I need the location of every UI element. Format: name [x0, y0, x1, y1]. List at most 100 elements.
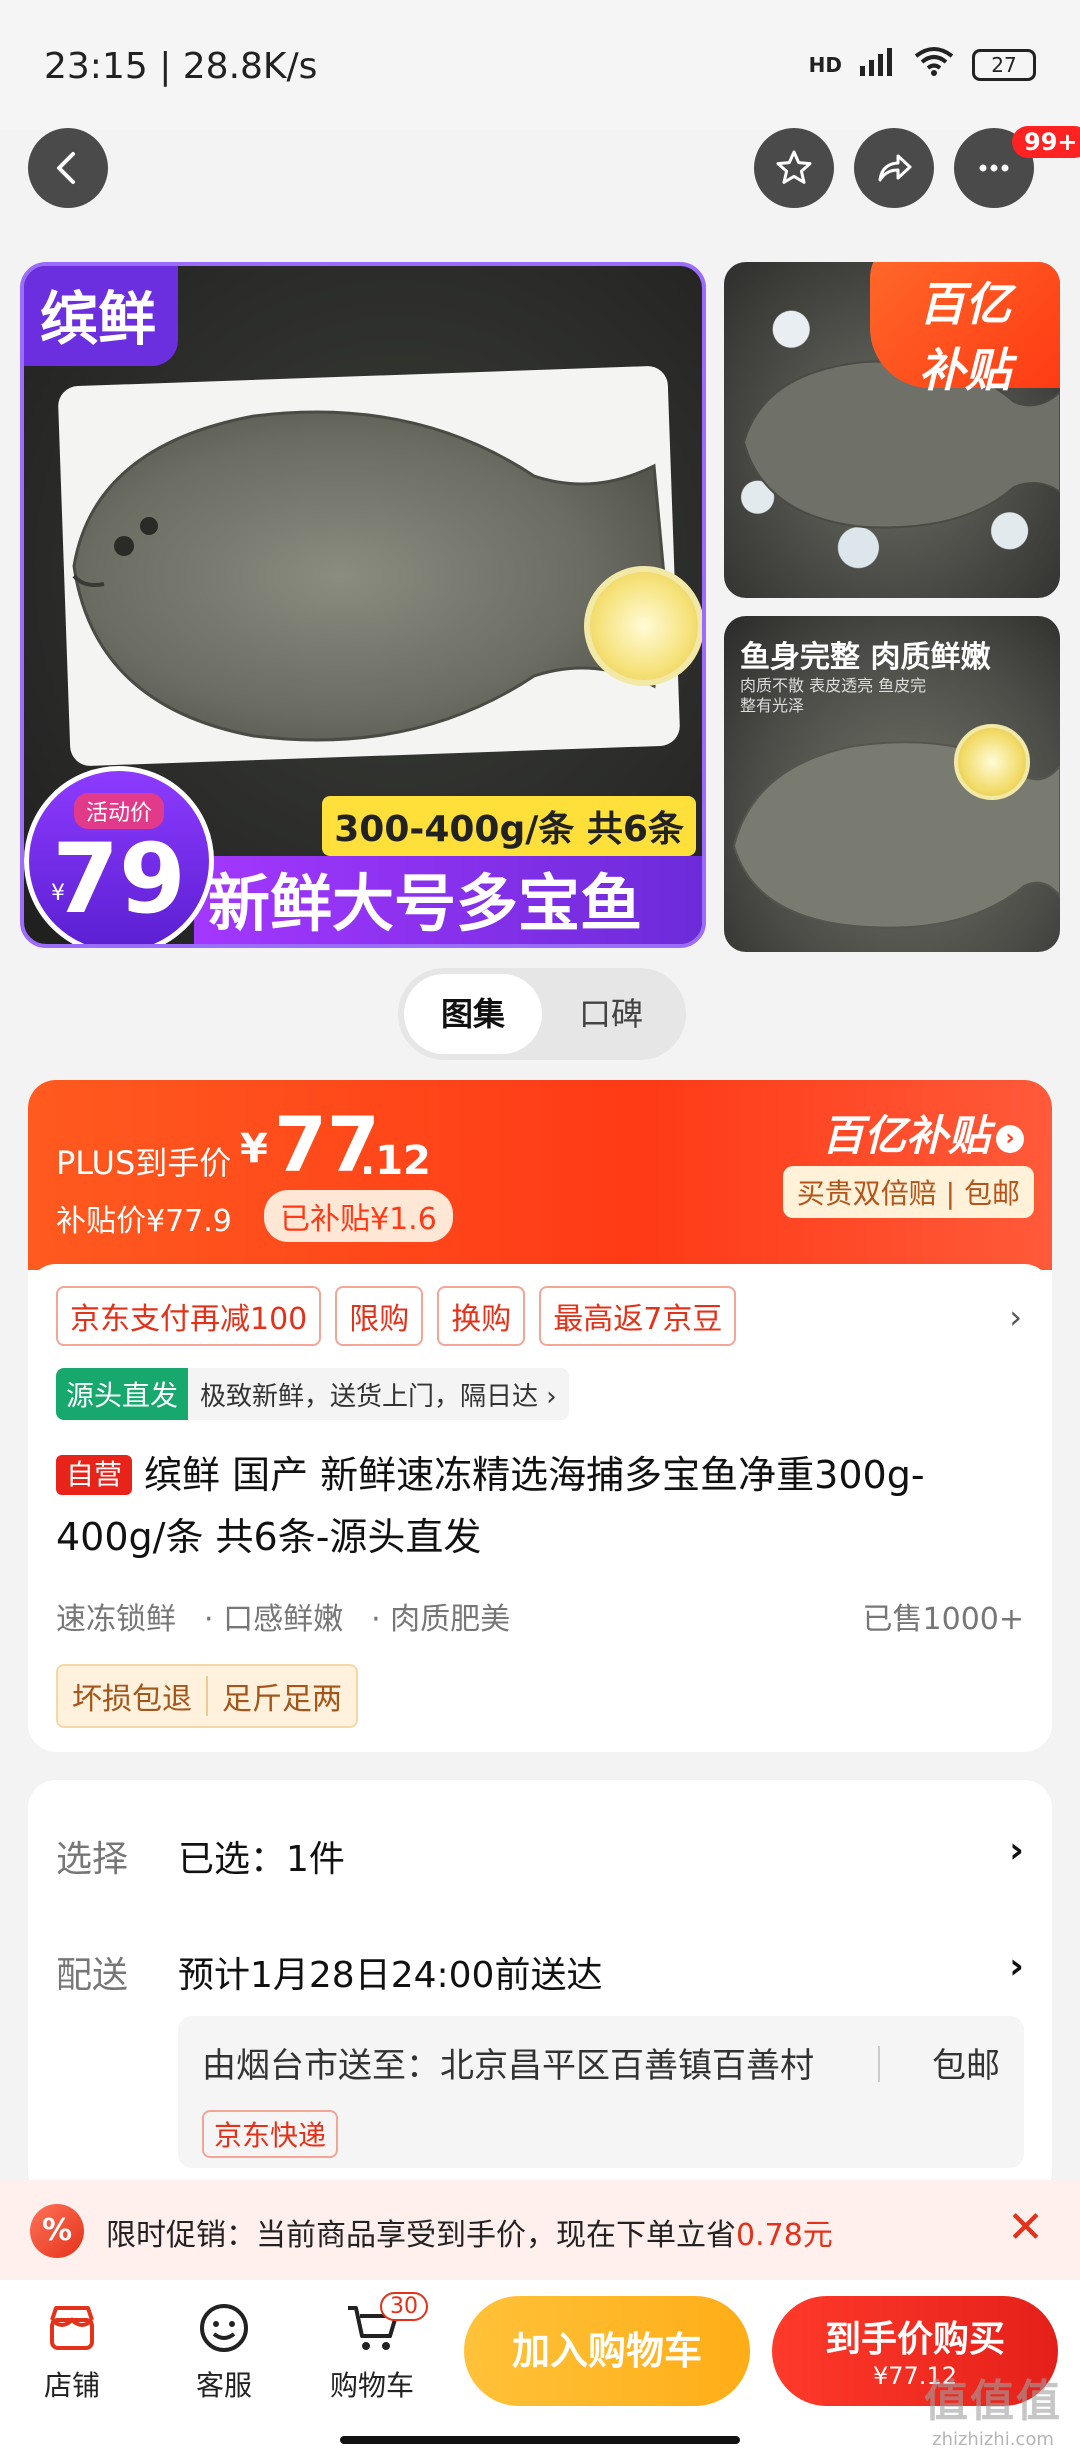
promo-chips[interactable]: 京东支付再减100 限购 换购 最高返7京豆: [56, 1286, 1024, 1346]
back-button[interactable]: [28, 128, 108, 208]
guarantee-item: 足斤足两: [222, 1682, 342, 1717]
select-value: 已选：1件: [178, 1839, 345, 1880]
select-key: 选择: [56, 1839, 129, 1880]
chevron-right-icon: ›: [1009, 1946, 1024, 1987]
feature-row: 速冻锁鲜 · 口感鲜嫩 · 肉质肥美 已售1000+: [56, 1594, 1024, 1638]
lemon-thumbnail-image: [954, 724, 1030, 800]
gallery-tabs: 图集 口碑: [398, 968, 686, 1060]
chevron-right-icon: ›: [996, 1124, 1024, 1153]
status-icons: HD 27: [809, 46, 1036, 84]
shop-label: 店铺: [43, 2369, 100, 2402]
back-arrow-icon: [57, 152, 75, 184]
promo-more-chevron-icon[interactable]: ›: [1009, 1298, 1022, 1336]
origin-text: 极致新鲜，送货上门，隔日达 ›: [200, 1381, 557, 1412]
subsidy-logo-text: 百亿补贴: [821, 1111, 990, 1160]
service-guarantees[interactable]: 坏损包退 足斤足两: [56, 1664, 358, 1728]
subsidy-corner-line2: 补贴: [919, 343, 1011, 397]
delivery-address: 由烟台市送至：北京昌平区百善镇百善村: [202, 2046, 814, 2086]
status-bar: 23:15 | 28.8K/s HD 27: [0, 0, 1080, 130]
more-dots-icon: [979, 164, 1009, 172]
signal-icon: [860, 46, 896, 84]
home-indicator[interactable]: [340, 2436, 740, 2444]
customer-service-icon: [200, 2304, 248, 2352]
promo-message-text: 限时促销：当前商品享受到手价，现在下单立省: [106, 2218, 736, 2253]
subsidy-price: 补贴价¥77.9: [56, 1204, 232, 1239]
cart-button[interactable]: 30 购物车: [312, 2292, 432, 2404]
feature-item: · 口感鲜嫩: [204, 1602, 344, 1637]
shop-button[interactable]: 店铺: [12, 2298, 132, 2404]
promo-chip[interactable]: 最高返7京豆: [539, 1286, 737, 1346]
image-gallery[interactable]: 缤鲜 300-400g/条 共6条 新鲜大号多宝鱼 活动价 ¥ 79 百亿 补贴…: [0, 262, 1080, 1173]
selection-card: 选择 已选：1件 › 配送 预计1月28日24:00前送达 › 由烟台市送至：北…: [28, 1780, 1052, 2200]
cart-count-badge: 30: [380, 2292, 428, 2321]
network-label: HD: [808, 53, 842, 77]
guarantee-item: 坏损包退: [72, 1682, 192, 1717]
promo-price-value: 79: [52, 823, 186, 935]
brand-tag: 缤鲜: [24, 266, 179, 366]
status-time: 23:15 | 28.8K/s: [44, 46, 318, 87]
bottom-action-bar: 店铺 客服 30 购物车 加入购物车 到手价购买 ¥77.12: [0, 2280, 1080, 2460]
favorite-button[interactable]: [754, 128, 834, 208]
subsidy-logo-link[interactable]: 百亿补贴 ›: [822, 1102, 1024, 1163]
customer-service-label: 客服: [195, 2369, 252, 2402]
promo-save-amount: 0.78元: [736, 2218, 833, 2253]
product-title: 自营 缤鲜 国产 新鲜速冻精选海捕多宝鱼净重300g-400g/条 共6条-源头直…: [56, 1444, 1024, 1568]
price-guarantee[interactable]: 买贵双倍赔 | 包邮: [782, 1166, 1034, 1218]
divider: [878, 2046, 880, 2082]
tab-gallery[interactable]: 图集: [404, 974, 542, 1054]
delivery-key: 配送: [56, 1955, 129, 1996]
self-operated-tag: 自营: [56, 1455, 133, 1495]
close-icon[interactable]: ✕: [1007, 2202, 1044, 2253]
message-badge: 99+: [1012, 126, 1080, 158]
buy-now-label: 到手价购买: [824, 2319, 1005, 2360]
spec-strip: 300-400g/条 共6条: [322, 796, 696, 856]
price-header: PLUS到手价 ¥ 77 .12 补贴价¥77.9 已补贴¥1.6 百亿补贴 › …: [28, 1080, 1052, 1270]
share-button[interactable]: [854, 128, 934, 208]
subsidy-corner-badge: 百亿 补贴: [870, 262, 1060, 397]
plus-currency: ¥: [240, 1126, 268, 1172]
product-title-text: 缤鲜 国产 新鲜速冻精选海捕多宝鱼净重300g-400g/条 共6条-源头直发: [56, 1453, 925, 1559]
shop-icon: [50, 2306, 94, 2350]
product-headline: 新鲜大号多宝鱼: [194, 856, 702, 944]
customer-service-button[interactable]: 客服: [164, 2298, 284, 2404]
fish-illustration: [72, 410, 666, 742]
watermark-logo: 值值值 zhizhizhi.com: [924, 2365, 1062, 2450]
promo-currency: ¥: [51, 881, 65, 906]
watermark-big: 值值值: [924, 2376, 1062, 2427]
subsidy-corner-line1: 百亿: [919, 277, 1011, 331]
limited-promo-bar: % 限时促销：当前商品享受到手价，现在下单立省0.78元 ✕: [0, 2180, 1080, 2280]
watermark-small: zhizhizhi.com: [932, 2429, 1054, 2450]
star-icon: [776, 150, 812, 184]
chevron-right-icon: ›: [1009, 1830, 1024, 1871]
price-card: PLUS到手价 ¥ 77 .12 补贴价¥77.9 已补贴¥1.6 百亿补贴 › …: [28, 1080, 1052, 1752]
promo-chip[interactable]: 换购: [437, 1286, 526, 1346]
add-to-cart-button[interactable]: 加入购物车: [464, 2296, 750, 2406]
shipping-free: 包邮: [932, 2046, 1000, 2086]
origin-direct-row[interactable]: 源头直发 极致新鲜，送货上门，隔日达 ›: [56, 1368, 569, 1420]
plus-price-decimal: .12: [360, 1138, 431, 1184]
promo-chip[interactable]: 限购: [335, 1286, 424, 1346]
address-box[interactable]: 由烟台市送至：北京昌平区百善镇百善村 包邮 京东快递: [178, 2016, 1024, 2168]
feature-item: · 肉质肥美: [371, 1602, 511, 1637]
battery-icon: 27: [972, 49, 1036, 81]
subsidized-chip: 已补贴¥1.6: [264, 1190, 453, 1242]
delivery-value: 预计1月28日24:00前送达: [178, 1955, 603, 1996]
thumbnail-2[interactable]: 鱼身完整 肉质鲜嫩 肉质不散 表皮透亮 鱼皮完整有光泽: [724, 616, 1060, 952]
origin-tag: 源头直发: [56, 1368, 189, 1420]
tab-reviews[interactable]: 口碑: [542, 974, 680, 1054]
discount-icon: %: [30, 2204, 84, 2258]
feature-item: 速冻锁鲜: [56, 1602, 176, 1637]
promo-chip[interactable]: 京东支付再减100: [56, 1286, 322, 1346]
thumbnail-subcaption: 肉质不散 表皮透亮 鱼皮完整有光泽: [740, 676, 927, 715]
wifi-icon: [914, 46, 954, 84]
thumbnail-1[interactable]: 百亿 补贴: [724, 262, 1060, 598]
lemon-image: [584, 566, 702, 686]
product-info: 京东支付再减100 限购 换购 最高返7京豆 › 源头直发 极致新鲜，送货上门，…: [28, 1264, 1052, 1750]
express-tag: 京东快递: [202, 2110, 339, 2158]
share-icon: [878, 154, 912, 182]
promo-message: 限时促销：当前商品享受到手价，现在下单立省0.78元: [106, 2210, 833, 2254]
main-product-image[interactable]: 缤鲜 300-400g/条 共6条 新鲜大号多宝鱼 活动价 ¥ 79: [20, 262, 706, 948]
sold-count: 已售1000+: [862, 1602, 1024, 1637]
thumbnail-caption: 鱼身完整 肉质鲜嫩: [740, 640, 991, 675]
plus-price-label: PLUS到手价: [56, 1144, 232, 1182]
